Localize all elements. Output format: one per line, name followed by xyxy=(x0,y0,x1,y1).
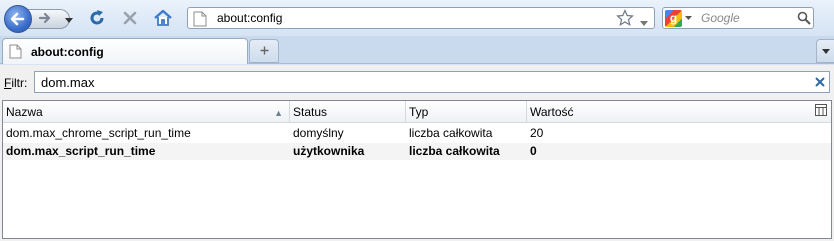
preferences-table[interactable]: Nazwa ▲ Status Typ Wartość dom.max_chrom… xyxy=(2,100,832,239)
column-header-value[interactable]: Wartość xyxy=(527,101,831,123)
history-dropdown-button[interactable] xyxy=(64,15,74,25)
clear-filter-icon[interactable] xyxy=(815,73,825,91)
chevron-down-icon xyxy=(821,48,830,54)
chevron-down-icon xyxy=(65,17,73,23)
back-arrow-icon xyxy=(10,12,25,26)
cell-name: dom.max_chrome_script_run_time xyxy=(6,126,191,140)
search-placeholder[interactable]: Google xyxy=(701,11,740,25)
back-forward-group xyxy=(4,5,74,33)
bookmark-star-icon[interactable] xyxy=(616,9,634,30)
url-text[interactable]: about:config xyxy=(217,11,282,25)
new-tab-button[interactable] xyxy=(249,39,279,63)
search-engine-selector[interactable]: g xyxy=(665,9,695,27)
search-icon[interactable] xyxy=(797,11,811,28)
url-bar[interactable]: about:config xyxy=(187,7,655,29)
reload-button[interactable] xyxy=(86,7,108,29)
reload-icon xyxy=(90,10,104,25)
table-header: Nazwa ▲ Status Typ Wartość xyxy=(3,101,831,123)
cell-type: liczba całkowita xyxy=(409,126,493,140)
about-config-page: Filtr: dom.max Nazwa ▲ Status Typ Wartoś… xyxy=(0,65,834,241)
navigation-toolbar: about:config g Google xyxy=(0,0,834,36)
cell-status: domyślny xyxy=(293,126,344,140)
tab-strip: about:config xyxy=(0,36,834,64)
home-icon xyxy=(154,9,172,26)
filter-label: Filtr: xyxy=(4,76,28,90)
column-header-type[interactable]: Typ xyxy=(406,101,527,123)
plus-icon xyxy=(260,44,269,58)
cell-type: liczba całkowita xyxy=(409,144,500,158)
home-button[interactable] xyxy=(152,7,174,29)
stop-button[interactable] xyxy=(119,7,141,29)
cell-value: 0 xyxy=(530,144,537,158)
back-button[interactable] xyxy=(4,5,32,33)
column-header-status[interactable]: Status xyxy=(290,101,406,123)
column-header-name[interactable]: Nazwa ▲ xyxy=(3,101,290,123)
tab-title: about:config xyxy=(31,45,104,59)
url-history-dropdown-icon[interactable] xyxy=(640,15,648,29)
table-row[interactable]: dom.max_script_run_time użytkownika licz… xyxy=(3,143,831,160)
column-picker-icon[interactable] xyxy=(815,104,827,119)
list-all-tabs-button[interactable] xyxy=(816,39,834,63)
page-icon xyxy=(9,44,22,62)
chevron-down-icon xyxy=(685,16,692,20)
cell-status: użytkownika xyxy=(293,144,365,158)
stop-icon xyxy=(123,11,137,25)
table-row[interactable]: dom.max_chrome_script_run_time domyślny … xyxy=(3,125,831,142)
cell-value: 20 xyxy=(530,126,544,140)
forward-arrow-icon xyxy=(38,12,52,27)
page-icon xyxy=(193,11,207,30)
search-bar[interactable]: g Google xyxy=(662,7,814,29)
filter-value[interactable]: dom.max xyxy=(41,75,94,90)
sort-ascending-icon: ▲ xyxy=(274,108,283,118)
cell-name: dom.max_script_run_time xyxy=(6,144,156,158)
tab-about-config[interactable]: about:config xyxy=(2,38,248,64)
google-icon: g xyxy=(665,9,682,27)
filter-input[interactable]: dom.max xyxy=(34,71,830,93)
